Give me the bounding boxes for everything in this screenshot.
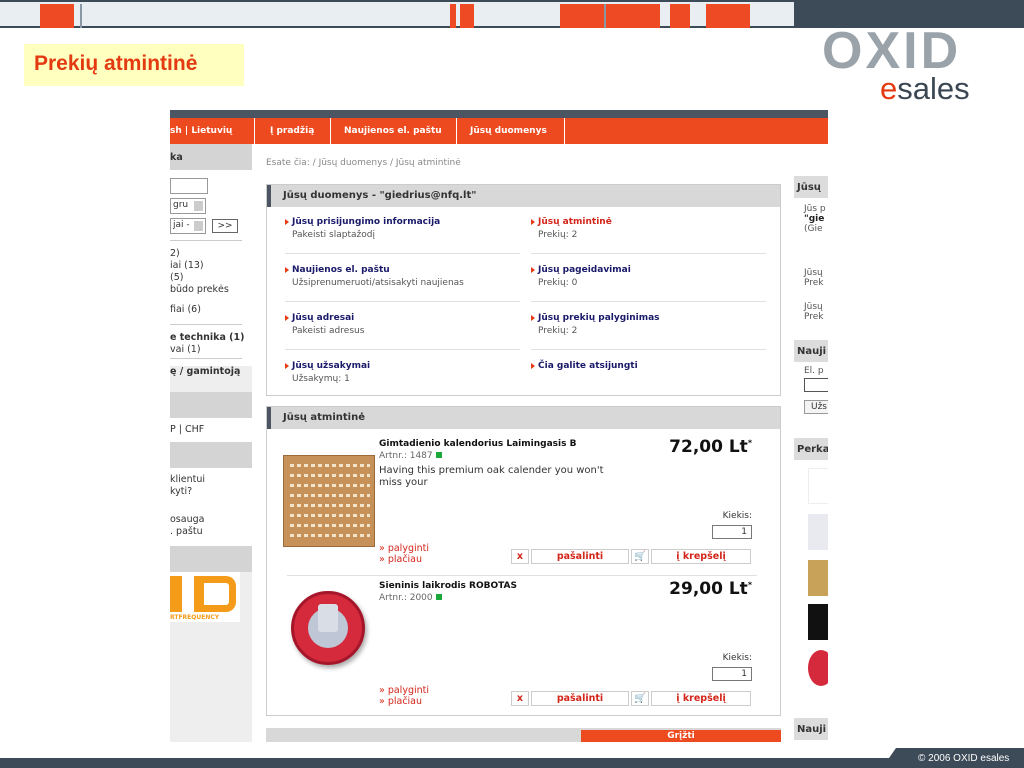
login-info-link[interactable]: Jūsų prisijungimo informacija <box>285 217 520 227</box>
breadcrumb: Esate čia: / Jūsų duomenys / Jūsų atmint… <box>266 158 461 168</box>
product-title[interactable]: Gimtadienio kalendorius Laimingasis B <box>379 439 576 449</box>
oxid-esales-logo: OXID esales <box>822 22 1006 108</box>
cart-icon[interactable]: 🛒 <box>631 549 649 564</box>
footer-copyright: © 2006 OXID esales <box>882 748 1024 768</box>
in-stock-icon <box>435 452 442 458</box>
back-button[interactable]: Grįžti <box>581 730 781 742</box>
info-link[interactable]: klientui <box>170 474 205 485</box>
remove-button[interactable]: pašalinti <box>531 691 629 706</box>
notice-list-link[interactable]: Jūsų atmintinė <box>531 217 766 227</box>
category-link[interactable]: e technika (1) <box>170 332 244 343</box>
category-link[interactable]: (5) <box>170 272 183 283</box>
product-price: 72,00 Lt* <box>669 437 752 457</box>
compare-link[interactable]: » palyginti <box>379 543 429 554</box>
list-item: Sieninis laikrodis ROBOTAS Artnr.: 2000 … <box>267 571 782 719</box>
logout-link[interactable]: Čia galite atsijungti <box>531 361 766 371</box>
addresses-link[interactable]: Jūsų adresai <box>285 313 520 323</box>
product-thumbnail[interactable] <box>808 604 828 640</box>
product-thumbnail[interactable] <box>808 514 828 550</box>
product-artnr: Artnr.: 1487 <box>379 451 442 461</box>
details-link[interactable]: » plačiau <box>379 696 429 707</box>
account-item: Naujienos el. paštu Užsiprenumeruoti/ats… <box>285 265 520 302</box>
wishlist-link[interactable]: Jūsų pageidavimai <box>531 265 766 275</box>
right-account-link[interactable]: Jūsų <box>804 302 823 312</box>
language-switch[interactable]: sh | Lietuvių <box>170 126 232 136</box>
manufacturer-link[interactable]: ę / gamintoją <box>170 366 240 377</box>
sort-select[interactable]: jai - <box>170 218 206 234</box>
top-nav: sh | Lietuvių Į pradžią Naujienos el. pa… <box>170 118 828 144</box>
right-sidebar: Jūsų Jūs p "gie (Gie Jūsų Prek Jūsų Prek… <box>792 144 828 742</box>
category-select[interactable]: gru <box>170 198 206 214</box>
nav-newsletter[interactable]: Naujienos el. paštu <box>344 126 442 136</box>
add-to-cart-button[interactable]: į krepšelį <box>651 549 751 564</box>
category-link[interactable]: iai (13) <box>170 260 204 271</box>
remove-x-button[interactable]: x <box>511 549 529 564</box>
compare-link[interactable]: Jūsų prekių palyginimas <box>531 313 766 323</box>
quantity-label: Kiekis: <box>722 511 752 521</box>
account-item: Čia galite atsijungti <box>531 361 766 371</box>
remove-button[interactable]: pašalinti <box>531 549 629 564</box>
product-thumbnail[interactable] <box>808 468 828 504</box>
product-artnr: Artnr.: 2000 <box>379 593 442 603</box>
account-item: Jūsų užsakymai Užsakymų: 1 <box>285 361 520 384</box>
chevron-down-icon <box>194 221 203 231</box>
account-item: Jūsų pageidavimai Prekių: 0 <box>531 265 766 302</box>
category-link[interactable]: fiai (6) <box>170 304 201 315</box>
chevron-down-icon <box>194 201 203 211</box>
product-title[interactable]: Sieninis laikrodis ROBOTAS <box>379 581 517 591</box>
account-box: Jūsų duomenys - "giedrius@nfq.lt" Jūsų p… <box>266 184 781 396</box>
list-item: Gimtadienio kalendorius Laimingasis B Ar… <box>267 429 782 577</box>
newsletter-email-input[interactable] <box>804 378 828 392</box>
compare-link[interactable]: » palyginti <box>379 685 429 696</box>
category-link[interactable]: vai (1) <box>170 344 201 355</box>
search-go-button[interactable]: >> <box>212 219 238 233</box>
left-sidebar: ka gru jai - >> 2) iai (13) (5) būdo pre… <box>170 144 252 742</box>
product-thumbnail[interactable] <box>808 650 828 686</box>
cart-icon[interactable]: 🛒 <box>631 691 649 706</box>
remove-x-button[interactable]: x <box>511 691 529 706</box>
product-price: 29,00 Lt* <box>669 579 752 599</box>
product-thumbnail[interactable] <box>808 560 828 596</box>
nav-home[interactable]: Į pradžią <box>270 126 314 136</box>
notice-list-title: Jūsų atmintinė <box>267 407 780 429</box>
orders-link[interactable]: Jūsų užsakymai <box>285 361 520 371</box>
slide: Prekių atmintinė OXID esales sh | Lietuv… <box>0 0 1024 768</box>
product-description: Having this premium oak calender you won… <box>379 465 604 488</box>
add-to-cart-button[interactable]: į krepšelį <box>651 691 751 706</box>
details-link[interactable]: » plačiau <box>379 554 429 565</box>
currency-switch[interactable]: P | CHF <box>170 424 204 435</box>
notice-list-box: Jūsų atmintinė Gimtadienio kalendorius L… <box>266 406 781 716</box>
account-item: Jūsų prekių palyginimas Prekių: 2 <box>531 313 766 350</box>
clock-product-image[interactable] <box>291 591 365 665</box>
account-item: Jūsų prisijungimo informacija Pakeisti s… <box>285 217 520 254</box>
info-link[interactable]: kyti? <box>170 486 192 497</box>
shop-screenshot: sh | Lietuvių Į pradžią Naujienos el. pa… <box>170 110 828 742</box>
right-account-link[interactable]: Jūsų <box>804 268 823 278</box>
logo-esales: esales <box>880 71 970 106</box>
search-input[interactable] <box>170 178 208 194</box>
info-link[interactable]: . paštu <box>170 526 203 537</box>
newsletter-link[interactable]: Naujienos el. paštu <box>285 265 520 275</box>
in-stock-icon <box>435 594 442 600</box>
quantity-label: Kiekis: <box>722 653 752 663</box>
subscribe-button[interactable]: Užs <box>804 400 828 414</box>
nav-account[interactable]: Jūsų duomenys <box>470 126 547 136</box>
category-link[interactable]: 2) <box>170 248 180 259</box>
account-item: Jūsų adresai Pakeisti adresus <box>285 313 520 350</box>
logo-oxid: OXID <box>822 22 962 80</box>
calendar-product-image[interactable] <box>283 455 375 547</box>
partner-logo: RTFREQUENCY <box>170 572 240 622</box>
account-title: Jūsų duomenys - "giedrius@nfq.lt" <box>267 185 780 207</box>
category-link[interactable]: būdo prekės <box>170 284 229 295</box>
account-item: Jūsų atmintinė Prekių: 2 <box>531 217 766 254</box>
info-link[interactable]: osauga <box>170 514 204 525</box>
quantity-input[interactable]: 1 <box>712 525 752 539</box>
quantity-input[interactable]: 1 <box>712 667 752 681</box>
slide-title: Prekių atmintinė <box>24 44 244 86</box>
